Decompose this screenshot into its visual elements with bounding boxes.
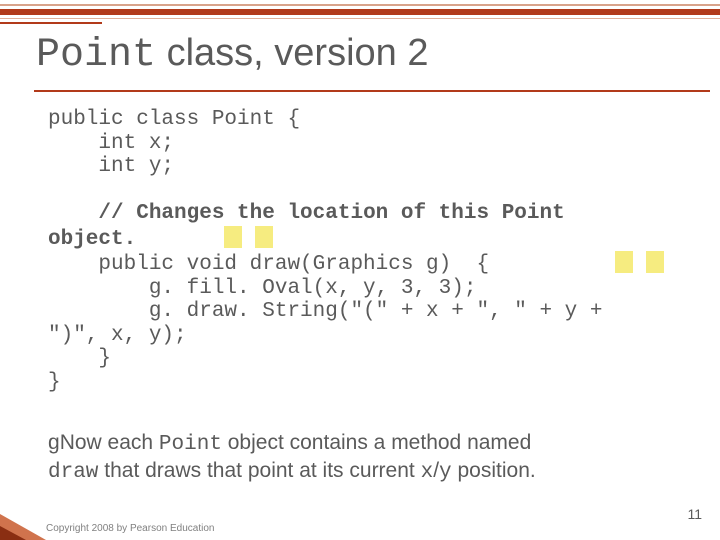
code-line: int y; [48,155,174,178]
copyright-footer: Copyright 2008 by Pearson Education [46,523,214,534]
highlight-box [646,251,664,273]
code-line: } [48,371,61,394]
highlight-box [615,251,633,273]
code-line: public void draw(Graphics g) { [48,253,489,276]
inline-code: x [421,461,434,484]
bullet-icon: g [48,431,60,454]
page-number: 11 [687,506,702,522]
decor-line [34,90,710,92]
code-line: g. fill. Oval(x, y, 3, 3); [48,277,476,300]
decor-line [0,9,720,15]
body-paragraph: gNow each Point object contains a method… [48,430,708,487]
code-line: public class Point { [48,108,300,131]
corner-decoration [0,514,46,540]
title-code: Point [36,33,156,78]
inline-code: y [439,461,452,484]
text: object contains a method named [222,431,531,454]
page-title: Point class, version 2 [36,32,428,78]
code-comment: // Changes the location of this Point [98,202,564,225]
highlight-box [224,226,242,248]
inline-code: Point [159,433,222,456]
text: Now each [60,431,159,454]
code-line: int x; [48,132,174,155]
decor-line [0,22,102,24]
decor-line [0,18,720,19]
code-block: public class Point { int x; int y; // Ch… [48,108,700,394]
code-line: } [48,347,111,370]
slide: Point class, version 2 public class Poin… [0,0,720,540]
code-line: g. draw. String("(" + x + ", " + y + [48,300,603,323]
highlight-box [255,226,273,248]
code-line: ")", x, y); [48,324,187,347]
title-rest: class, version 2 [156,32,428,74]
code-comment: object. [48,228,136,251]
text: position. [452,459,536,482]
decor-line [0,4,720,6]
text: that draws that point at its current [98,459,420,482]
inline-code: draw [48,461,98,484]
code-line [48,202,98,225]
